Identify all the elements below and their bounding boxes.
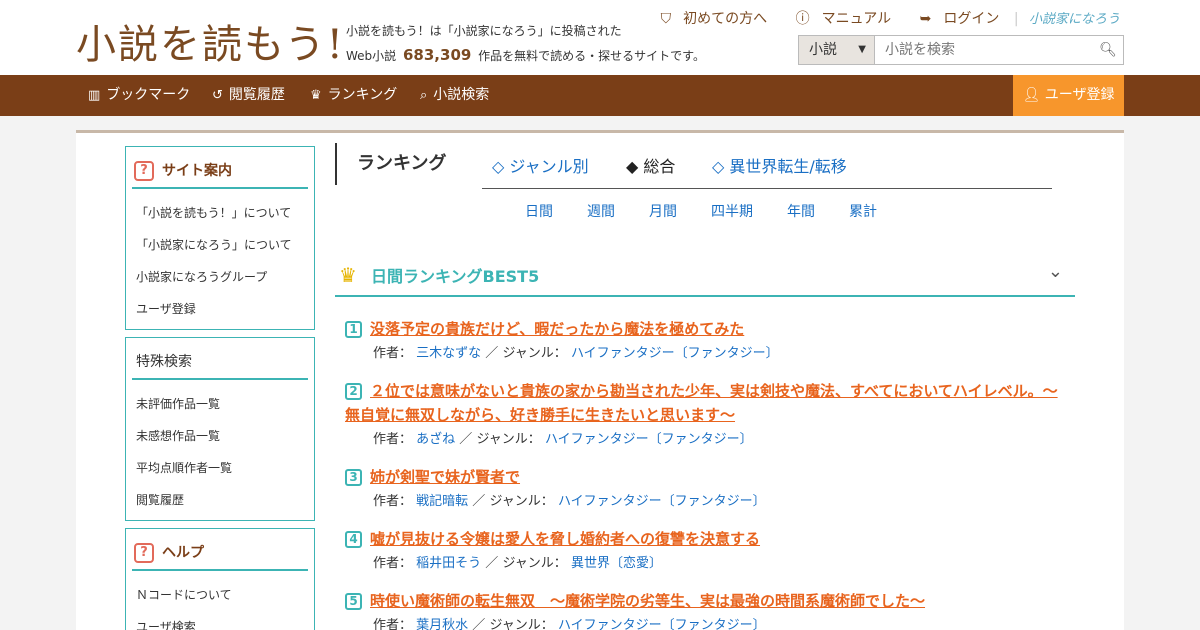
tab-isekai[interactable]: ◇ 異世界転生/転移 <box>712 153 847 177</box>
search-box: 小説 ▼ 🔍︎ <box>798 35 1124 65</box>
top-links: ⛉ 初めての方へ ⓘ マニュアル ➥ ログイン | 小説家になろう <box>637 8 1120 28</box>
first-time-link[interactable]: ⛉ 初めての方へ <box>649 11 768 27</box>
rank-badge: 2 <box>345 383 362 400</box>
author-link[interactable]: 稲井田そう <box>416 556 481 571</box>
sidebar-item-narou-group[interactable]: 小説家になろうグループ <box>126 261 314 293</box>
rank-badge: 5 <box>345 593 362 610</box>
search-icon: 🔍︎ <box>1099 42 1117 58</box>
sidebar-help-heading: ? ヘルプ <box>132 535 308 571</box>
author-link[interactable]: 三木なずな <box>416 346 481 361</box>
period-yearly[interactable]: 年間 <box>787 201 815 221</box>
sidebar-help: ? ヘルプ Ｎコードについて ユーザ検索 <box>125 528 315 630</box>
period-daily[interactable]: 日間 <box>525 201 553 221</box>
search-button[interactable]: 🔍︎ <box>1093 36 1123 64</box>
genre-link[interactable]: ハイファンタジー〔ファンタジー〕 <box>558 618 766 630</box>
nav-search[interactable]: ⌕ 小説検索 <box>420 75 489 116</box>
ranking-entry: 3 姉が剣聖で妹が賢者で 作者： 戦記暗転 ／ ジャンル： ハイファンタジー〔ファ… <box>345 465 1065 513</box>
crown-icon: ♛ <box>310 88 322 103</box>
period-monthly[interactable]: 月間 <box>649 201 677 221</box>
nav-history[interactable]: ↺ 閲覧履歴 <box>212 75 285 116</box>
login-icon: ➥ <box>919 11 932 27</box>
shield-icon: ⛉ <box>660 11 672 27</box>
sidebar-item-no-review[interactable]: 未感想作品一覧 <box>126 420 314 452</box>
ranking-entry: 5 時使い魔術師の転生無双 ～魔術学院の劣等生、実は最強の時間系魔術師でした～ 作… <box>345 589 1065 630</box>
author-link[interactable]: あざね <box>416 432 455 447</box>
sidebar-item-about-narou[interactable]: 「小説家になろう」について <box>126 229 314 261</box>
nav-bookmark[interactable]: ▥ ブックマーク <box>88 75 190 116</box>
ranking-entry: 4 嘘が見抜ける令嬢は愛人を脅し婚約者への復讐を決意する 作者： 稲井田そう ／ … <box>345 527 1065 575</box>
rank-badge: 4 <box>345 531 362 548</box>
novel-title-link[interactable]: ２位では意味がないと貴族の家から勘当された少年、実は剣技や魔法、すべてにおいてハ… <box>345 382 1058 424</box>
sidebar-item-history[interactable]: 閲覧履歴 <box>126 484 314 516</box>
bookmark-icon: ▥ <box>88 88 101 103</box>
entry-meta: 作者： 三木なずな ／ ジャンル： ハイファンタジー〔ファンタジー〕 <box>373 346 779 361</box>
site-header: 小説を読もう! 小説を読もう！は「小説家になろう」に投稿された Web小説 68… <box>0 0 1200 75</box>
entry-meta: 作者： あざね ／ ジャンル： ハイファンタジー〔ファンタジー〕 <box>373 432 753 447</box>
manual-link[interactable]: ⓘ マニュアル <box>784 11 892 27</box>
novel-title-link[interactable]: 姉が剣聖で妹が賢者で <box>370 468 520 486</box>
period-total[interactable]: 累計 <box>849 201 877 221</box>
login-link[interactable]: ➥ ログイン <box>908 11 1000 27</box>
search-type-select[interactable]: 小説 ▼ <box>799 36 875 64</box>
tab-overall[interactable]: ◆ 総合 <box>626 153 675 177</box>
sidebar-item-about-yomou[interactable]: 「小説を読もう！」について <box>126 197 314 229</box>
sidebar-item-user-search[interactable]: ユーザ検索 <box>126 611 314 630</box>
novel-title-link[interactable]: 時使い魔術師の転生無双 ～魔術学院の劣等生、実は最強の時間系魔術師でした～ <box>370 592 925 610</box>
question-icon: ? <box>134 161 154 181</box>
work-count: 683,309 <box>403 46 472 64</box>
content-panel: ? サイト案内 「小説を読もう！」について 「小説家になろう」について 小説家にな… <box>76 130 1124 630</box>
genre-link[interactable]: ハイファンタジー〔ファンタジー〕 <box>558 494 766 509</box>
sidebar-special-heading: 特殊検索 <box>132 344 308 380</box>
sidebar-item-avg-authors[interactable]: 平均点順作者一覧 <box>126 452 314 484</box>
novel-title-link[interactable]: 没落予定の貴族だけど、暇だったから魔法を極めてみた <box>370 320 744 338</box>
ranking-main: ランキング ◇ ジャンル別 ◆ 総合 ◇ 異世界転生/転移 日間 週間 月間 四… <box>335 133 1075 630</box>
best5-title: 日間ランキングBEST5 <box>371 267 540 286</box>
site-logo[interactable]: 小説を読もう! <box>76 12 345 70</box>
search-input[interactable] <box>875 36 1093 64</box>
question-icon: ? <box>134 543 154 563</box>
ranking-entry: 1 没落予定の貴族だけど、暇だったから魔法を極めてみた 作者： 三木なずな ／ ジ… <box>345 317 1065 365</box>
sidebar-guide: ? サイト案内 「小説を読もう！」について 「小説家になろう」について 小説家にな… <box>125 146 315 330</box>
sidebar-special-search: 特殊検索 未評価作品一覧 未感想作品一覧 平均点順作者一覧 閲覧履歴 <box>125 337 315 521</box>
best5-header[interactable]: ♛ 日間ランキングBEST5 ⌄ <box>335 251 1075 297</box>
divider: | <box>1013 11 1019 27</box>
genre-link[interactable]: ハイファンタジー〔ファンタジー〕 <box>545 432 753 447</box>
ranking-entry: 2 ２位では意味がないと貴族の家から勘当された少年、実は剣技や魔法、すべてにおいて… <box>345 379 1065 451</box>
sidebar-item-unrated[interactable]: 未評価作品一覧 <box>126 388 314 420</box>
tagline-prefix: Web小説 <box>346 49 397 63</box>
narou-logo-link[interactable]: 小説家になろう <box>1029 12 1120 27</box>
crown-icon: ♛ <box>339 263 357 287</box>
user-icon: 👤︎ <box>1022 87 1041 103</box>
entry-meta: 作者： 葉月秋水 ／ ジャンル： ハイファンタジー〔ファンタジー〕 <box>345 615 1065 630</box>
history-icon: ↺ <box>212 88 223 103</box>
ranking-tabs: ◇ ジャンル別 ◆ 総合 ◇ 異世界転生/転移 <box>482 149 1052 189</box>
rank-badge: 3 <box>345 469 362 486</box>
search-icon: ⌕ <box>420 88 428 103</box>
sidebar-item-register[interactable]: ユーザ登録 <box>126 293 314 325</box>
entry-meta: 作者： 稲井田そう ／ ジャンル： 異世界〔恋愛〕 <box>373 556 662 571</box>
caret-down-icon: ▼ <box>858 44 866 55</box>
genre-link[interactable]: 異世界〔恋愛〕 <box>571 556 662 571</box>
nav-register-button[interactable]: 👤︎ ユーザ登録 <box>1013 75 1124 116</box>
tagline-suffix: 作品を無料で読める・探せるサイトです。 <box>478 49 705 63</box>
author-link[interactable]: 戦記暗転 <box>416 494 468 509</box>
period-quarterly[interactable]: 四半期 <box>711 201 753 221</box>
author-link[interactable]: 葉月秋水 <box>416 618 468 630</box>
genre-link[interactable]: ハイファンタジー〔ファンタジー〕 <box>571 346 779 361</box>
period-weekly[interactable]: 週間 <box>587 201 615 221</box>
sidebar-guide-heading: ? サイト案内 <box>132 153 308 189</box>
tagline-line2: Web小説 683,309 作品を無料で読める・探せるサイトです。 <box>346 43 705 68</box>
rank-badge: 1 <box>345 321 362 338</box>
sidebar-item-ncode[interactable]: Ｎコードについて <box>126 579 314 611</box>
nav-ranking[interactable]: ♛ ランキング <box>310 75 397 116</box>
tab-genre[interactable]: ◇ ジャンル別 <box>492 153 589 177</box>
main-nav: ▥ ブックマーク ↺ 閲覧履歴 ♛ ランキング ⌕ 小説検索 👤︎ ユーザ登録 <box>0 75 1200 116</box>
entry-meta: 作者： 戦記暗転 ／ ジャンル： ハイファンタジー〔ファンタジー〕 <box>373 494 766 509</box>
ranking-title: ランキング <box>335 143 446 185</box>
help-circle-icon: ⓘ <box>795 11 810 27</box>
chevron-down-icon[interactable]: ⌄ <box>1048 261 1063 282</box>
novel-title-link[interactable]: 嘘が見抜ける令嬢は愛人を脅し婚約者への復讐を決意する <box>370 530 760 548</box>
